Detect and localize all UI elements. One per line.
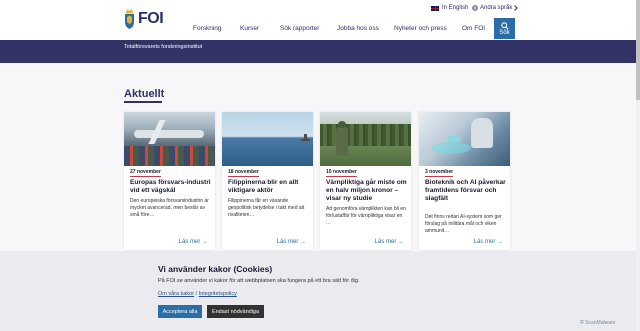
banner-text: Totalförsvarets forskningsinstitut [124,44,203,50]
news-excerpt: Filippinerna får en växande geopolitisk … [228,198,305,218]
news-image-aircraft-factory [124,112,215,166]
title-underline [124,101,162,103]
nav-kurser[interactable]: Kurser [240,25,259,32]
read-more-label: Läs mer [473,239,496,245]
page-scrollbar[interactable] [636,0,640,331]
cookie-text: På FOI.se använder vi kakor för att webb… [158,278,360,284]
chevron-right-icon [514,5,519,11]
news-card[interactable]: 18 november Filippinerna blir en allt vi… [222,112,313,250]
arrow-right-icon: → [300,239,306,245]
institute-banner: Totalförsvarets forskningsinstitut [0,40,636,63]
news-title[interactable]: Värnpliktiga går miste om en halv miljon… [326,179,408,203]
news-card[interactable]: 27 november Europas försvars-industri vi… [124,112,215,250]
news-image-soldier-forest [320,112,411,166]
arrow-right-icon: → [497,239,503,245]
search-icon [500,21,509,30]
main-navigation: Forskning Kurser Sök rapporter Jobba hos… [0,25,640,35]
news-title[interactable]: Europas försvars-industri vid ett vägskä… [130,179,212,195]
news-excerpt: Den europeiska försvarsindustrin är myck… [130,198,209,218]
scanmalware-watermark: ⛨ ScanMalware [580,320,615,326]
scrollbar-thumb[interactable] [636,0,640,100]
read-more-link[interactable]: Läs mer → [474,239,503,245]
read-more-label: Läs mer [178,239,201,245]
news-date: 3 november [425,169,454,177]
news-image-lab-biotech [419,112,510,166]
search-button-label: Sök [499,29,510,36]
read-more-link[interactable]: Läs mer → [277,239,306,245]
globe-icon [472,5,478,11]
accept-all-button[interactable]: Acceptera alla [158,305,202,318]
site-header: FOI In English Andra språk Forskning Kur… [0,0,640,40]
read-more-link[interactable]: Läs mer → [375,239,404,245]
watermark-text: ScanMalware [585,320,616,326]
english-link-label: In English [442,5,469,11]
news-date: 10 november [326,169,357,177]
news-excerpt: Att genomföra värnplikten kan bli en för… [326,206,406,226]
read-more-label: Läs mer [276,239,299,245]
uk-flag-icon [431,5,439,11]
arrow-right-icon: → [398,239,404,245]
search-button[interactable]: Sök [494,18,515,39]
news-card[interactable]: 10 november Värnpliktiga går miste om en… [320,112,411,250]
about-cookies-link[interactable]: Om våra kakor [158,291,194,297]
cookie-consent-panel: Vi använder kakor (Cookies) På FOI.se an… [0,251,636,331]
nav-nyheter-och-press[interactable]: Nyheter och press [394,25,447,32]
other-languages-link[interactable]: Andra språk [472,5,519,11]
news-title[interactable]: Bioteknik och AI påverkar framtidens för… [425,179,507,203]
news-title[interactable]: Filippinerna blir en allt viktigare aktö… [228,179,310,195]
section-title: Aktuellt [124,88,165,100]
shield-icon: ⛨ [580,320,584,326]
cookie-title: Vi använder kakor (Cookies) [158,264,273,274]
cookie-links: Om våra kakor / Integritetspolicy [158,291,237,297]
read-more-label: Läs mer [374,239,397,245]
nav-om-foi[interactable]: Om FOI [462,25,485,32]
nav-sok-rapporter[interactable]: Sök rapporter [280,25,319,32]
nav-forskning[interactable]: Forskning [193,25,222,32]
read-more-link[interactable]: Läs mer → [179,239,208,245]
news-image-sea-ship [222,112,313,166]
necessary-only-button[interactable]: Endast nödvändiga [207,305,264,318]
news-date: 27 november [130,169,161,177]
privacy-policy-link[interactable]: Integritetspolicy [199,291,237,297]
news-date: 18 november [228,169,259,177]
news-card[interactable]: 3 november Bioteknik och AI påverkar fra… [419,112,510,250]
arrow-right-icon: → [202,239,208,245]
english-link[interactable]: In English [431,5,468,11]
other-languages-label: Andra språk [480,5,513,11]
nav-jobba-hos-oss[interactable]: Jobba hos oss [337,25,379,32]
news-excerpt: Det finns redan AI-system som ger försla… [425,214,502,234]
